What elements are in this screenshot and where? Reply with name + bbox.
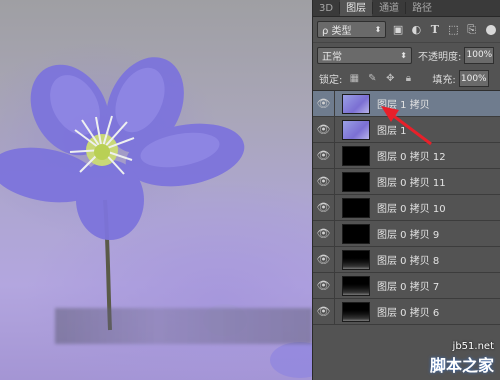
lock-brush-icon[interactable]: ✎: [366, 73, 378, 85]
layers-panel: 3D 图层 通道 路径 ρ 类型 ⬍ ▣ ◐ T ⬚ ⎘ 正常 ⬍ 不透明度: …: [312, 0, 500, 380]
layers-list: 👁︎ 图层 1 拷贝 👁︎ 图层 1 👁︎ 图层 0 拷贝 12 👁︎ 图层 0…: [313, 91, 500, 325]
visibility-eye-icon[interactable]: 👁︎: [313, 195, 335, 220]
layer-name: 图层 0 拷贝 8: [377, 256, 440, 267]
layer-thumbnail: [342, 301, 370, 322]
chevron-down-icon: ⬍: [400, 50, 407, 60]
opacity-field[interactable]: 100%: [464, 46, 495, 64]
document-canvas[interactable]: [0, 0, 312, 380]
layer-name: 图层 0 拷贝 10: [377, 204, 446, 215]
layer-row-0-copy-8[interactable]: 👁︎ 图层 0 拷贝 8: [313, 247, 500, 273]
visibility-eye-icon[interactable]: 👁︎: [313, 299, 335, 324]
filter-type-label: ρ 类型: [322, 26, 352, 37]
layer-row-0-copy-12[interactable]: 👁︎ 图层 0 拷贝 12: [313, 143, 500, 169]
type-filter-icon[interactable]: T: [428, 23, 441, 37]
visibility-eye-icon[interactable]: 👁︎: [313, 273, 335, 298]
visibility-eye-icon[interactable]: 👁︎: [313, 143, 335, 168]
layer-name: 图层 0 拷贝 9: [377, 230, 440, 241]
lock-row: 锁定: ▦ ✎ ✥ 🔒︎ 填充: 100%: [313, 67, 500, 91]
layer-filter-row: ρ 类型 ⬍ ▣ ◐ T ⬚ ⎘: [313, 17, 500, 43]
layer-row-0-copy-11[interactable]: 👁︎ 图层 0 拷贝 11: [313, 169, 500, 195]
visibility-eye-icon[interactable]: 👁︎: [313, 247, 335, 272]
layer-thumbnail: [342, 119, 370, 140]
filter-toggle-icon[interactable]: [486, 24, 496, 35]
panel-tabs: 3D 图层 通道 路径: [313, 0, 500, 17]
adjustment-filter-icon[interactable]: ◐: [410, 23, 423, 37]
layer-thumbnail: [342, 171, 370, 192]
blend-mode-label: 正常: [322, 51, 342, 63]
lock-move-icon[interactable]: ✥: [384, 73, 396, 85]
smart-object-filter-icon[interactable]: ⎘: [465, 23, 478, 37]
layer-row-0-copy-7[interactable]: 👁︎ 图层 0 拷贝 7: [313, 273, 500, 299]
layer-thumbnail: [342, 93, 370, 114]
layer-name: 图层 1: [377, 126, 407, 137]
watermark-url: jb51.net: [452, 341, 494, 352]
tab-channels[interactable]: 通道: [373, 0, 405, 16]
tab-layers[interactable]: 图层: [340, 0, 373, 16]
watermark-text: 脚本之家: [429, 356, 494, 375]
layer-row-0-copy-10[interactable]: 👁︎ 图层 0 拷贝 10: [313, 195, 500, 221]
opacity-label: 不透明度:: [418, 51, 462, 63]
layer-thumbnail: [342, 223, 370, 244]
visibility-eye-icon[interactable]: 👁︎: [313, 91, 335, 116]
chevron-down-icon: ⬍: [374, 25, 382, 34]
layer-row-0-copy-9[interactable]: 👁︎ 图层 0 拷贝 9: [313, 221, 500, 247]
pixel-filter-icon[interactable]: ▣: [391, 23, 404, 37]
fill-field[interactable]: 100%: [458, 70, 489, 87]
layer-name: 图层 0 拷贝 7: [377, 282, 440, 293]
layer-row-1[interactable]: 👁︎ 图层 1: [313, 117, 500, 143]
lock-label: 锁定:: [319, 75, 343, 86]
layer-name: 图层 0 拷贝 11: [377, 178, 446, 189]
blend-row: 正常 ⬍ 不透明度: 100%: [313, 43, 500, 67]
layer-name: 图层 0 拷贝 12: [377, 152, 446, 163]
layer-thumbnail: [342, 275, 370, 296]
blend-mode-dropdown[interactable]: 正常 ⬍: [317, 46, 412, 64]
visibility-eye-icon[interactable]: 👁︎: [313, 169, 335, 194]
tab-paths[interactable]: 路径: [406, 0, 438, 16]
layer-thumbnail: [342, 249, 370, 270]
layer-name: 图层 0 拷贝 6: [377, 308, 440, 319]
visibility-eye-icon[interactable]: 👁︎: [313, 117, 335, 142]
lock-all-icon[interactable]: 🔒︎: [402, 73, 414, 85]
layer-thumbnail: [342, 197, 370, 218]
filter-type-dropdown[interactable]: ρ 类型 ⬍: [317, 21, 387, 38]
watermark: jb51.net 脚本之家: [430, 341, 494, 376]
tab-3d[interactable]: 3D: [313, 0, 339, 16]
shape-filter-icon[interactable]: ⬚: [447, 23, 460, 37]
fill-label: 填充:: [432, 75, 456, 86]
blurred-text-strip: [55, 308, 312, 344]
layer-thumbnail: [342, 145, 370, 166]
layer-row-0-copy-6[interactable]: 👁︎ 图层 0 拷贝 6: [313, 299, 500, 325]
layer-row-1-copy[interactable]: 👁︎ 图层 1 拷贝: [313, 91, 500, 117]
visibility-eye-icon[interactable]: 👁︎: [313, 221, 335, 246]
lock-transparent-icon[interactable]: ▦: [348, 73, 360, 85]
layer-name: 图层 1 拷贝: [377, 100, 430, 111]
